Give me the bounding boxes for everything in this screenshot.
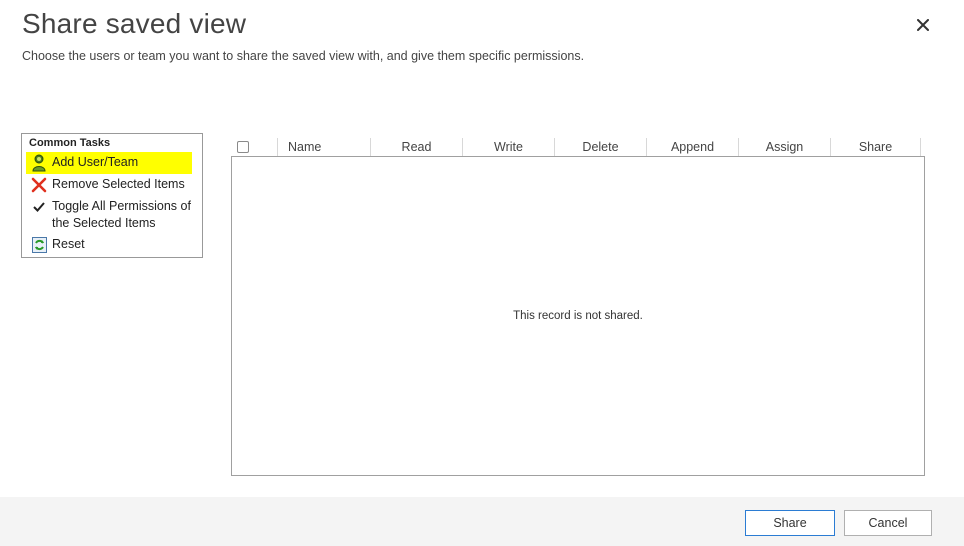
common-tasks-panel: Common Tasks Add User/Team Remove Select… [21, 133, 203, 258]
toggle-all-permissions-label: Toggle All Permissions of the Selected I… [52, 199, 191, 230]
column-header-delete[interactable]: Delete [554, 138, 646, 156]
dialog-title: Share saved view [22, 8, 247, 39]
column-header-name[interactable]: Name [277, 138, 370, 156]
column-header-read[interactable]: Read [370, 138, 462, 156]
add-user-icon [30, 154, 48, 172]
share-dialog: Share saved view Choose the users or tea… [0, 0, 964, 546]
column-header-write[interactable]: Write [462, 138, 554, 156]
close-icon [917, 19, 929, 31]
permissions-grid-body: This record is not shared. [231, 156, 925, 476]
reset-icon [30, 236, 48, 254]
permissions-grid-header: Name Read Write Delete Append Assign Sha… [231, 133, 925, 157]
reset-task[interactable]: Reset [26, 234, 198, 256]
red-x-icon [30, 176, 48, 194]
column-header-append[interactable]: Append [646, 138, 738, 156]
remove-selected-items-label: Remove Selected Items [52, 177, 185, 191]
checkmark-icon [30, 198, 48, 216]
remove-selected-items-task[interactable]: Remove Selected Items [26, 174, 198, 196]
select-all-cell [231, 138, 277, 156]
select-all-checkbox[interactable] [237, 141, 249, 153]
close-button[interactable] [912, 14, 934, 36]
add-user-team-label: Add User/Team [52, 155, 139, 169]
dialog-subtitle: Choose the users or team you want to sha… [22, 49, 585, 63]
share-button[interactable]: Share [745, 510, 835, 536]
common-tasks-header: Common Tasks [29, 137, 111, 149]
reset-label: Reset [52, 237, 85, 251]
add-user-team-task[interactable]: Add User/Team [26, 152, 192, 174]
empty-grid-message: This record is not shared. [513, 310, 643, 322]
dialog-footer: Share Cancel [0, 497, 964, 546]
column-header-assign[interactable]: Assign [738, 138, 830, 156]
cancel-button[interactable]: Cancel [844, 510, 932, 536]
toggle-all-permissions-task[interactable]: Toggle All Permissions of the Selected I… [26, 196, 198, 234]
column-header-share[interactable]: Share [830, 138, 921, 156]
